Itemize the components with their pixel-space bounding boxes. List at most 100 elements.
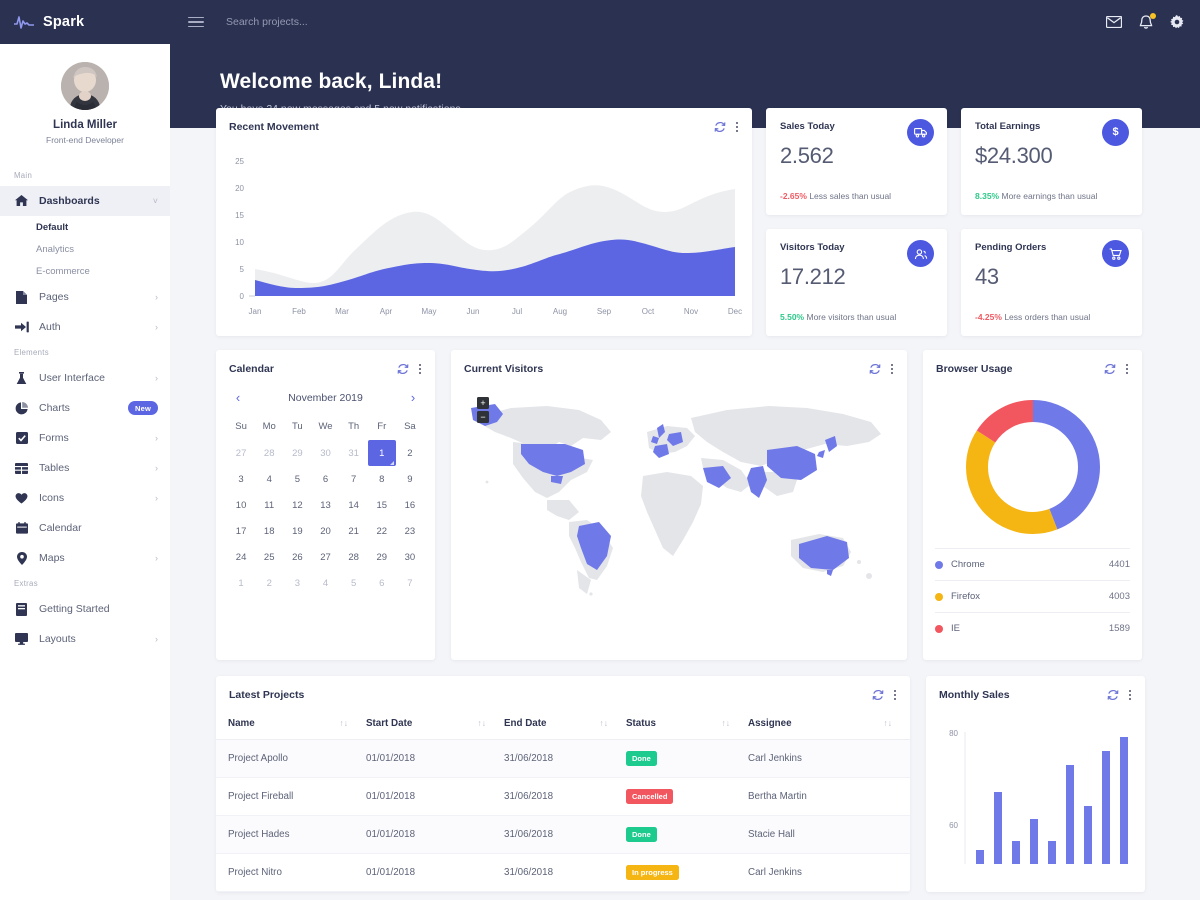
calendar-day[interactable]: 28: [340, 544, 368, 570]
calendar-day[interactable]: 21: [340, 518, 368, 544]
more-options-icon[interactable]: [1129, 690, 1131, 700]
column-header-start-date[interactable]: Start Date↑↓: [366, 710, 504, 740]
calendar-day[interactable]: 20: [311, 518, 339, 544]
gear-icon[interactable]: [1170, 15, 1184, 29]
calendar-day[interactable]: 3: [227, 466, 255, 492]
refresh-icon[interactable]: [397, 363, 409, 375]
sidebar-subitem-default[interactable]: Default: [0, 216, 170, 238]
world-map[interactable]: [451, 380, 907, 635]
sidebar-item-tables[interactable]: Tables ›: [0, 453, 170, 483]
table-row[interactable]: Project Hades 01/01/2018 31/06/2018 Done…: [216, 816, 910, 854]
calendar-day[interactable]: 14: [340, 492, 368, 518]
sidebar-item-dashboards[interactable]: Dashboards ˅: [0, 186, 170, 216]
calendar-day[interactable]: 8: [368, 466, 396, 492]
sort-icon[interactable]: ↑↓: [340, 718, 349, 728]
table-row[interactable]: Project Nitro 01/01/2018 31/06/2018 In p…: [216, 854, 910, 892]
calendar-day-selected[interactable]: 1: [368, 440, 396, 466]
calendar-day[interactable]: 17: [227, 518, 255, 544]
calendar-day[interactable]: 1: [227, 570, 255, 596]
calendar-day[interactable]: 7: [340, 466, 368, 492]
calendar-day[interactable]: 24: [227, 544, 255, 570]
calendar-day[interactable]: 29: [368, 544, 396, 570]
sidebar-item-calendar[interactable]: Calendar: [0, 513, 170, 543]
more-options-icon[interactable]: [419, 364, 421, 374]
card-header: Recent Movement: [216, 108, 752, 142]
calendar-day[interactable]: 9: [396, 466, 424, 492]
calendar-day[interactable]: 23: [396, 518, 424, 544]
chevron-right-icon[interactable]: ›: [405, 390, 421, 405]
refresh-icon[interactable]: [1104, 363, 1116, 375]
calendar-day[interactable]: 5: [283, 466, 311, 492]
calendar-day[interactable]: 30: [396, 544, 424, 570]
sidebar-item-icons[interactable]: Icons ›: [0, 483, 170, 513]
calendar-day[interactable]: 18: [255, 518, 283, 544]
calendar-day[interactable]: 2: [396, 440, 424, 466]
column-header-status[interactable]: Status↑↓: [626, 710, 748, 740]
calendar-day[interactable]: 12: [283, 492, 311, 518]
calendar-day[interactable]: 26: [283, 544, 311, 570]
calendar-day[interactable]: 15: [368, 492, 396, 518]
sort-icon[interactable]: ↑↓: [722, 718, 731, 728]
calendar-day[interactable]: 7: [396, 570, 424, 596]
sort-icon[interactable]: ↑↓: [884, 718, 893, 728]
calendar-day[interactable]: 31: [340, 440, 368, 466]
sidebar-item-auth[interactable]: Auth ›: [0, 312, 170, 342]
refresh-icon[interactable]: [714, 121, 726, 133]
refresh-icon[interactable]: [872, 689, 884, 701]
calendar-day[interactable]: 13: [311, 492, 339, 518]
map-zoom-in-button[interactable]: +: [477, 397, 489, 409]
calendar-day[interactable]: 27: [311, 544, 339, 570]
sidebar-item-layouts[interactable]: Layouts ›: [0, 624, 170, 654]
sidebar-item-charts[interactable]: Charts New: [0, 393, 170, 423]
calendar-day[interactable]: 5: [340, 570, 368, 596]
sidebar-item-user-interface[interactable]: User Interface ›: [0, 363, 170, 393]
table-row[interactable]: Project Fireball 01/01/2018 31/06/2018 C…: [216, 778, 910, 816]
calendar-day[interactable]: 16: [396, 492, 424, 518]
calendar-day[interactable]: 30: [311, 440, 339, 466]
column-header-assignee[interactable]: Assignee↑↓: [748, 710, 910, 740]
calendar-day[interactable]: 6: [368, 570, 396, 596]
calendar-day[interactable]: 2: [255, 570, 283, 596]
calendar-day[interactable]: 29: [283, 440, 311, 466]
calendar-day[interactable]: 27: [227, 440, 255, 466]
more-options-icon[interactable]: [736, 122, 738, 132]
svg-text:15: 15: [235, 211, 244, 220]
calendar-day[interactable]: 10: [227, 492, 255, 518]
sidebar-subitem-ecommerce[interactable]: E-commerce: [0, 260, 170, 282]
more-options-icon[interactable]: [894, 690, 896, 700]
calendar-day[interactable]: 25: [255, 544, 283, 570]
sort-icon[interactable]: ↑↓: [478, 718, 487, 728]
sidebar-item-pages[interactable]: Pages ›: [0, 282, 170, 312]
sidebar-item-forms[interactable]: Forms ›: [0, 423, 170, 453]
table-row[interactable]: Project Apollo 01/01/2018 31/06/2018 Don…: [216, 740, 910, 778]
avatar[interactable]: [61, 62, 109, 110]
calendar-day[interactable]: 19: [283, 518, 311, 544]
chevron-left-icon[interactable]: ‹: [230, 390, 246, 405]
sort-icon[interactable]: ↑↓: [600, 718, 609, 728]
brand[interactable]: Spark: [0, 0, 170, 44]
calendar-day[interactable]: 4: [311, 570, 339, 596]
mail-icon[interactable]: [1106, 16, 1122, 28]
hamburger-icon[interactable]: [188, 17, 204, 28]
calendar-day[interactable]: 28: [255, 440, 283, 466]
bell-icon[interactable]: [1139, 15, 1153, 30]
column-header-name[interactable]: Name↑↓: [216, 710, 366, 740]
sidebar-item-getting-started[interactable]: Getting Started: [0, 594, 170, 624]
search-input[interactable]: [226, 16, 486, 28]
calendar-day[interactable]: 6: [311, 466, 339, 492]
more-options-icon[interactable]: [1126, 364, 1128, 374]
chevron-down-icon: ˅: [153, 196, 158, 206]
calendar-day[interactable]: 3: [283, 570, 311, 596]
map-zoom-out-button[interactable]: −: [477, 411, 489, 423]
refresh-icon[interactable]: [1107, 689, 1119, 701]
more-options-icon[interactable]: [891, 364, 893, 374]
calendar-day[interactable]: 4: [255, 466, 283, 492]
column-header-end-date[interactable]: End Date↑↓: [504, 710, 626, 740]
svg-text:Aug: Aug: [553, 307, 567, 316]
sidebar-subitem-analytics[interactable]: Analytics: [0, 238, 170, 260]
sidebar-item-maps[interactable]: Maps ›: [0, 543, 170, 573]
nav-section-main: Main: [0, 165, 170, 186]
calendar-day[interactable]: 22: [368, 518, 396, 544]
refresh-icon[interactable]: [869, 363, 881, 375]
calendar-day[interactable]: 11: [255, 492, 283, 518]
